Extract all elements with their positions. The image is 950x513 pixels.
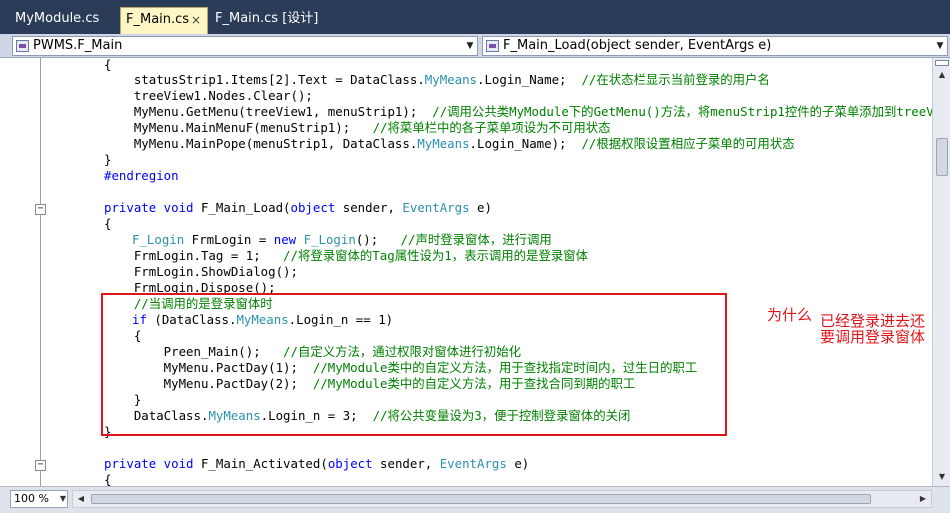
annotation-why: 为什么 [767, 306, 813, 324]
scroll-up-icon[interactable]: ▲ [935, 68, 949, 82]
scrollbar-thumb[interactable] [91, 494, 871, 504]
code-line: MyMenu.MainMenuF(menuStrip1); //将菜单栏中的各子… [104, 120, 611, 135]
collapse-icon[interactable]: − [35, 460, 46, 471]
code-line: { [104, 216, 112, 231]
code-line: MyMenu.GetMenu(treeView1, menuStrip1); /… [104, 104, 932, 119]
code-line: private void F_Main_Activated(object sen… [104, 456, 530, 471]
code-line: #endregion [104, 168, 179, 183]
tab-f-main-designer[interactable]: F_Main.cs [设计] [210, 7, 320, 34]
member-dropdown-value: F_Main_Load(object sender, EventArgs e) [503, 38, 772, 53]
code-line: statusStrip1.Items[2].Text = DataClass.M… [104, 72, 770, 87]
collapse-icon[interactable]: − [35, 204, 46, 215]
code-editor[interactable]: − − { statusStrip1.Items[2].Text = DataC… [0, 58, 932, 486]
code-line: MyMenu.MainPope(menuStrip1, DataClass.My… [104, 136, 795, 151]
code-line: } [104, 152, 112, 167]
scrollbar-thumb[interactable] [936, 138, 948, 176]
horizontal-scrollbar[interactable]: ◀ ▶ [72, 490, 932, 508]
tab-label: MyModule.cs [15, 11, 100, 26]
code-line: FrmLogin.ShowDialog(); [104, 264, 298, 279]
code-line: { [104, 472, 112, 486]
method-icon [486, 40, 499, 52]
code-line: private void F_Main_Load(object sender, … [104, 200, 492, 215]
scroll-down-icon[interactable]: ▼ [935, 470, 949, 484]
code-line: { [104, 58, 112, 72]
chevron-down-icon[interactable]: ▼ [60, 491, 66, 507]
class-icon [16, 40, 29, 52]
outline-line [40, 58, 41, 486]
scroll-right-icon[interactable]: ▶ [916, 491, 930, 507]
chevron-down-icon[interactable]: ▼ [933, 37, 947, 55]
navigation-bar: PWMS.F_Main ▼ F_Main_Load(object sender,… [0, 34, 950, 58]
scrollbar-corner [934, 490, 948, 508]
splitter-handle[interactable] [935, 60, 949, 66]
class-dropdown-value: PWMS.F_Main [33, 38, 123, 53]
document-tab-bar: MyModule.cs F_Main.cs × F_Main.cs [设计] [0, 0, 950, 34]
close-icon[interactable]: × [191, 8, 201, 32]
editor-bottom-bar: 100 % ▼ ◀ ▶ [0, 486, 950, 513]
editor-gutter [0, 58, 30, 486]
tab-label: F_Main.cs [126, 12, 190, 27]
tab-f-main-cs[interactable]: F_Main.cs × [120, 7, 208, 34]
tab-label: F_Main.cs [设计] [215, 11, 319, 26]
zoom-value: 100 % [14, 492, 49, 505]
scroll-left-icon[interactable]: ◀ [74, 491, 88, 507]
chevron-down-icon[interactable]: ▼ [463, 37, 477, 55]
red-highlight-box [101, 293, 727, 436]
class-dropdown[interactable]: PWMS.F_Main ▼ [12, 36, 478, 56]
zoom-dropdown[interactable]: 100 % ▼ [10, 490, 68, 508]
code-line: FrmLogin.Tag = 1; //将登录窗体的Tag属性设为1，表示调用的… [104, 248, 589, 263]
member-dropdown[interactable]: F_Main_Load(object sender, EventArgs e) … [482, 36, 948, 56]
vertical-scrollbar[interactable]: ▲ ▼ [932, 58, 950, 486]
tab-mymodule-cs[interactable]: MyModule.cs [10, 7, 115, 34]
annotation-line2: 要调用登录窗体 [820, 328, 926, 346]
code-line: treeView1.Nodes.Clear(); [104, 88, 313, 103]
code-line: F_Login FrmLogin = new F_Login(); //声时登录… [132, 232, 552, 247]
